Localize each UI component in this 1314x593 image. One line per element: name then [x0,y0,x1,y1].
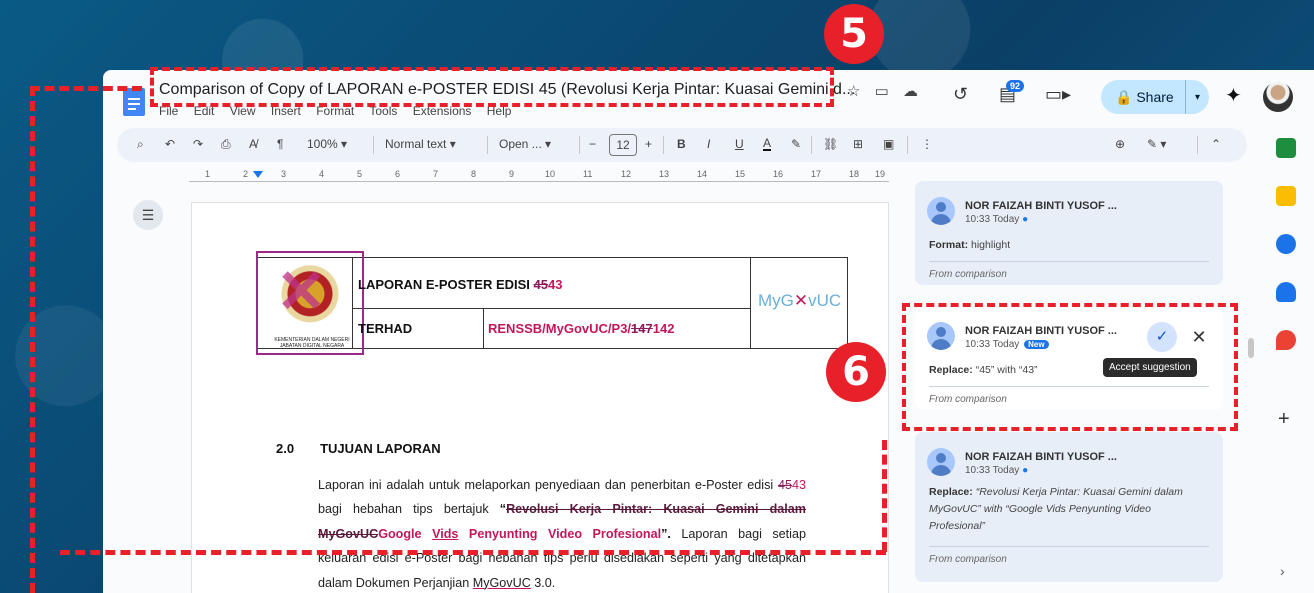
increase-font-size-icon[interactable]: + [645,137,652,151]
more-options-icon[interactable]: ⋮ [921,137,933,151]
hide-menus-icon[interactable]: ⌃ [1211,137,1221,151]
insert-image-icon[interactable]: ▣ [883,137,894,151]
underline-button[interactable]: U [735,137,744,151]
add-comment-icon[interactable]: ⊞ [853,137,863,151]
comment-highlight-box [902,303,1238,431]
font-select[interactable]: Open ... ▾ [499,137,551,151]
section-heading: 2.0 TUJUAN LAPORAN [276,441,441,456]
decrease-font-size-icon[interactable]: − [589,137,596,151]
bold-button[interactable]: B [677,137,686,151]
docs-logo-icon[interactable] [123,88,145,116]
comments-scrollbar[interactable] [1248,338,1254,358]
add-addon-icon[interactable]: + [1278,408,1290,431]
step-5-badge: 5 [824,4,884,64]
logo-image[interactable]: ✕ KEMENTERIAN DALAM NEGERI JABATAN DIGIT… [256,251,364,355]
share-dropdown-icon[interactable]: ▾ [1185,80,1209,114]
redo-icon[interactable]: ↷ [193,137,203,151]
classification-cell: TERHAD [358,321,413,336]
frame-bottom-dash [60,550,886,555]
deleted-mark-icon: ✕ [276,258,327,325]
comment-avatar [927,197,955,225]
frame-top-dash [30,86,142,91]
side-panel: + › [1258,128,1314,593]
highlight-icon[interactable]: ✎ [791,137,801,151]
search-menus-icon[interactable]: ⌕ [137,137,144,152]
logo-caption: KEMENTERIAN DALAM NEGERI JABATAN DIGITAL… [274,337,350,349]
title-icons: ☆ ▭ ☁ [847,82,928,100]
star-icon[interactable]: ☆ [847,83,860,100]
report-title-cell: LAPORAN E-POSTER EDISI 4543 [358,277,563,292]
print-icon[interactable]: ⎙ [221,137,231,152]
gemini-icon[interactable]: ✦ [1225,83,1242,108]
comment-body: Replace: “Revolusi Kerja Pintar: Kuasai … [929,486,1183,532]
share-label: 🔒 Share [1115,88,1174,105]
title-highlight-box [150,67,834,107]
font-size-input[interactable]: 12 [609,134,637,156]
comment-footer: From comparison [929,269,1007,280]
zoom-select[interactable]: 100% ▾ [307,137,347,151]
meet-icon[interactable]: ▭▸ [1045,84,1071,105]
move-folder-icon[interactable]: ▭ [875,83,889,100]
spellcheck-icon[interactable]: A̸ [249,137,257,151]
comment-body: Format: highlight [929,239,1011,251]
comment-footer: From comparison [929,554,1007,565]
text-color-button[interactable]: A [763,137,772,151]
ruler-baseline [189,181,889,182]
calendar-icon[interactable] [1276,138,1296,158]
comment-card[interactable]: NOR FAIZAH BINTI YUSOF ... 10:33 Today ●… [915,432,1223,582]
ask-gemini-icon[interactable]: ⊕ [1115,137,1125,151]
frame-left-dash [30,86,35,593]
paint-format-icon[interactable]: ¶ [277,137,283,151]
reference-cell: RENSSB/MyGovUC/P3/147142 [488,321,675,336]
cloud-status-icon[interactable]: ☁ [903,83,918,100]
body-paragraph[interactable]: Laporan ini adalah untuk melaporkan peny… [318,473,806,593]
expand-panel-icon[interactable]: › [1280,563,1285,579]
version-history-icon[interactable]: ↺ [953,84,968,105]
comment-card[interactable]: NOR FAIZAH BINTI YUSOF ... 10:33 Today ●… [915,181,1223,285]
tasks-icon[interactable] [1276,234,1296,254]
style-select[interactable]: Normal text ▾ [385,137,456,151]
comment-author: NOR FAIZAH BINTI YUSOF ... [965,451,1117,463]
comment-time: 10:33 Today ● [965,465,1029,476]
comment-avatar [927,448,955,476]
italic-button[interactable]: I [707,137,710,151]
comment-time: 10:33 Today ● [965,214,1029,225]
editing-mode-icon[interactable]: ✎ ▾ [1147,137,1166,151]
frame-right-dash [882,440,887,552]
contacts-icon[interactable] [1276,282,1296,302]
account-avatar[interactable] [1263,82,1293,112]
document-outline-icon[interactable]: ☰ [133,200,163,230]
comment-count-badge: 92 [1006,80,1025,92]
comment-author: NOR FAIZAH BINTI YUSOF ... [965,200,1117,212]
step-6-badge: 6 [826,342,886,402]
document-page[interactable]: ✕ KEMENTERIAN DALAM NEGERI JABATAN DIGIT… [191,202,889,593]
keep-icon[interactable] [1276,186,1296,206]
toolbar: ⌕ ↶ ↷ ⎙ A̸ ¶ 100% ▾ Normal text ▾ Open .… [117,128,1247,162]
mygovuc-logo: MyG✕vUC [758,291,842,310]
undo-icon[interactable]: ↶ [165,137,175,151]
share-button[interactable]: 🔒 Share ▾ [1101,80,1209,114]
insert-link-icon[interactable]: ⛓ [823,137,838,151]
maps-icon[interactable] [1276,330,1296,350]
